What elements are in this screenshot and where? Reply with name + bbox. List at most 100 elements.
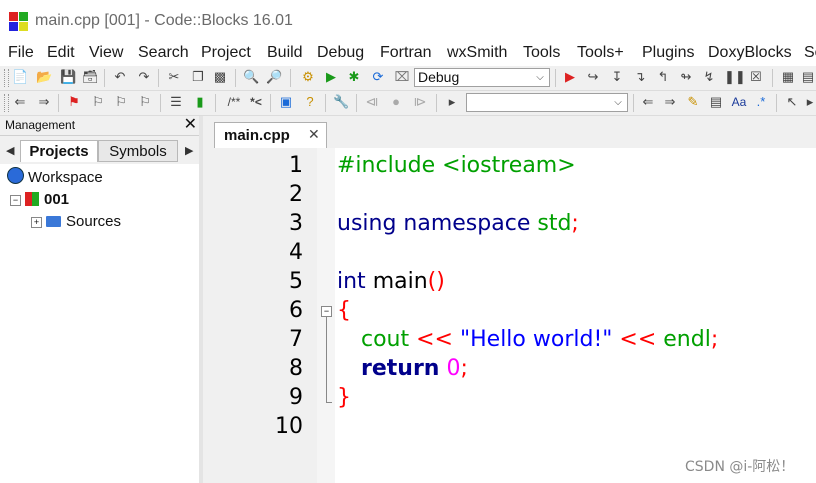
select-cursor-icon[interactable]: ↖	[784, 94, 800, 110]
doxywizard-icon[interactable]: ▣	[278, 94, 294, 110]
menu-debug[interactable]: Debug	[317, 44, 364, 62]
step-into-icon[interactable]: ↴	[632, 69, 648, 85]
menu-settings-partial[interactable]: Se	[804, 44, 816, 62]
build-and-run-icon[interactable]: ✱	[346, 69, 362, 85]
next-line-icon[interactable]: ↧	[609, 69, 625, 85]
menu-wxsmith[interactable]: wxSmith	[447, 44, 507, 62]
identifier-cout: cout	[361, 327, 410, 352]
doxy-comment-block-button[interactable]: /**	[222, 94, 246, 110]
prev-bookmark-icon[interactable]: ⚐	[90, 94, 106, 110]
stop-debug-icon[interactable]: ☒	[748, 69, 764, 85]
menu-tools-plus[interactable]: Tools+	[577, 44, 624, 62]
window-title: main.cpp [001] - Code::Blocks 16.01	[35, 12, 293, 29]
code-editor[interactable]: 1 2 3 4 5 6 7 8 9 10 − #include <iostrea…	[207, 148, 816, 483]
highlight-icon[interactable]: ▮	[192, 94, 208, 110]
menu-view[interactable]: View	[89, 44, 123, 62]
save-icon[interactable]: 💾	[60, 69, 76, 85]
line-number: 5	[289, 269, 303, 294]
close-icon[interactable]: ✕	[308, 126, 320, 143]
selected-text-icon[interactable]: ▤	[708, 94, 724, 110]
run-icon[interactable]: ▶	[323, 69, 339, 85]
fold-line-end	[326, 402, 332, 403]
next-instruction-icon[interactable]: ↬	[678, 69, 694, 85]
save-all-icon[interactable]: 🗃	[82, 69, 99, 85]
tab-scroll-right-icon[interactable]: ▶	[185, 144, 193, 157]
wrench-icon[interactable]: 🔧	[333, 94, 349, 110]
build-target-select[interactable]: Debug ⌵	[414, 68, 550, 87]
tab-symbols[interactable]: Symbols	[98, 140, 178, 162]
menu-file[interactable]: File	[8, 44, 34, 62]
expand-icon[interactable]: +	[31, 217, 42, 228]
paste-icon[interactable]: ▩	[212, 69, 228, 85]
title-bar: main.cpp [001] - Code::Blocks 16.01	[0, 0, 816, 41]
menu-plugins[interactable]: Plugins	[642, 44, 694, 62]
last-icon[interactable]: ⧐	[412, 94, 428, 110]
codeblocks-logo-icon	[9, 12, 29, 32]
show-file-icon[interactable]: ☰	[168, 94, 184, 110]
doxy-inline-comment-button[interactable]: *<	[246, 94, 266, 110]
build-gear-icon[interactable]: ⚙	[300, 69, 316, 85]
search-input[interactable]: ⌵	[466, 93, 628, 112]
close-icon[interactable]: ✕	[184, 116, 197, 134]
management-title: Management	[5, 118, 76, 132]
toolbar-grip[interactable]	[4, 94, 9, 112]
code-completion-icon[interactable]: ▸	[444, 94, 460, 110]
toolbar-grip[interactable]	[4, 69, 9, 87]
menu-tools[interactable]: Tools	[523, 44, 560, 62]
line-number: 4	[289, 240, 303, 265]
abort-icon[interactable]: ⌧	[394, 69, 410, 85]
code-line-5: int main()	[337, 269, 445, 294]
debug-start-icon[interactable]: ▶	[562, 69, 578, 85]
copy-icon[interactable]: ❐	[190, 69, 206, 85]
find-prev-icon[interactable]: ⇐	[640, 94, 656, 110]
redo-icon[interactable]: ↷	[136, 69, 152, 85]
find-next-icon[interactable]: ⇒	[662, 94, 678, 110]
more-icon[interactable]: ▸	[802, 94, 816, 110]
workspace-label: Workspace	[28, 169, 103, 186]
jump-forward-icon[interactable]: ⇒	[36, 94, 52, 110]
find-icon[interactable]: 🔍	[243, 69, 259, 85]
regex-icon[interactable]: .*	[753, 94, 769, 110]
separator	[325, 94, 326, 112]
menu-edit[interactable]: Edit	[47, 44, 75, 62]
cut-icon[interactable]: ✂	[166, 69, 182, 85]
code-line-3: using namespace std;	[337, 211, 579, 236]
next-bookmark-icon[interactable]: ⚐	[113, 94, 129, 110]
first-icon[interactable]: ⧏	[364, 94, 380, 110]
menu-search[interactable]: Search	[138, 44, 189, 62]
highlight-pen-icon[interactable]: ✎	[685, 94, 701, 110]
open-file-icon[interactable]: 📂	[36, 69, 52, 85]
undo-icon[interactable]: ↶	[112, 69, 128, 85]
tab-main-cpp[interactable]: main.cpp ✕	[214, 122, 327, 148]
toggle-bookmark-icon[interactable]: ⚑	[66, 94, 82, 110]
help-icon[interactable]: ?	[302, 94, 318, 110]
tree-item-workspace[interactable]: Workspace	[7, 167, 103, 189]
menu-project[interactable]: Project	[201, 44, 251, 62]
identifier-endl: endl	[663, 327, 711, 352]
step-into-instruction-icon[interactable]: ↯	[701, 69, 717, 85]
build-target-value: Debug	[418, 69, 460, 85]
jump-back-icon[interactable]: ⇐	[12, 94, 28, 110]
match-case-button[interactable]: Aa	[729, 94, 749, 110]
keyword-int: int	[337, 269, 366, 294]
various-info-icon[interactable]: ▤	[800, 69, 816, 85]
step-out-icon[interactable]: ↰	[655, 69, 671, 85]
run-to-cursor-icon[interactable]: ↪	[585, 69, 601, 85]
tab-projects[interactable]: Projects	[20, 140, 98, 162]
tree-item-sources[interactable]: + Sources	[31, 211, 121, 233]
record-icon[interactable]: ●	[388, 94, 404, 110]
clear-bookmarks-icon[interactable]: ⚐	[137, 94, 153, 110]
replace-icon[interactable]: 🔎	[266, 69, 282, 85]
pause-icon[interactable]: ❚❚	[724, 69, 746, 85]
collapse-icon[interactable]: −	[10, 195, 21, 206]
rebuild-icon[interactable]: ⟳	[370, 69, 386, 85]
menu-build[interactable]: Build	[267, 44, 303, 62]
line-number: 6	[289, 298, 303, 323]
tree-item-project[interactable]: − 001	[10, 189, 69, 211]
menu-fortran[interactable]: Fortran	[380, 44, 432, 62]
menu-doxyblocks[interactable]: DoxyBlocks	[708, 44, 792, 62]
tab-scroll-left-icon[interactable]: ◀	[6, 144, 14, 157]
debug-windows-icon[interactable]: ▦	[780, 69, 796, 85]
semicolon: ;	[571, 211, 579, 236]
new-file-icon[interactable]: 📄	[12, 69, 28, 85]
